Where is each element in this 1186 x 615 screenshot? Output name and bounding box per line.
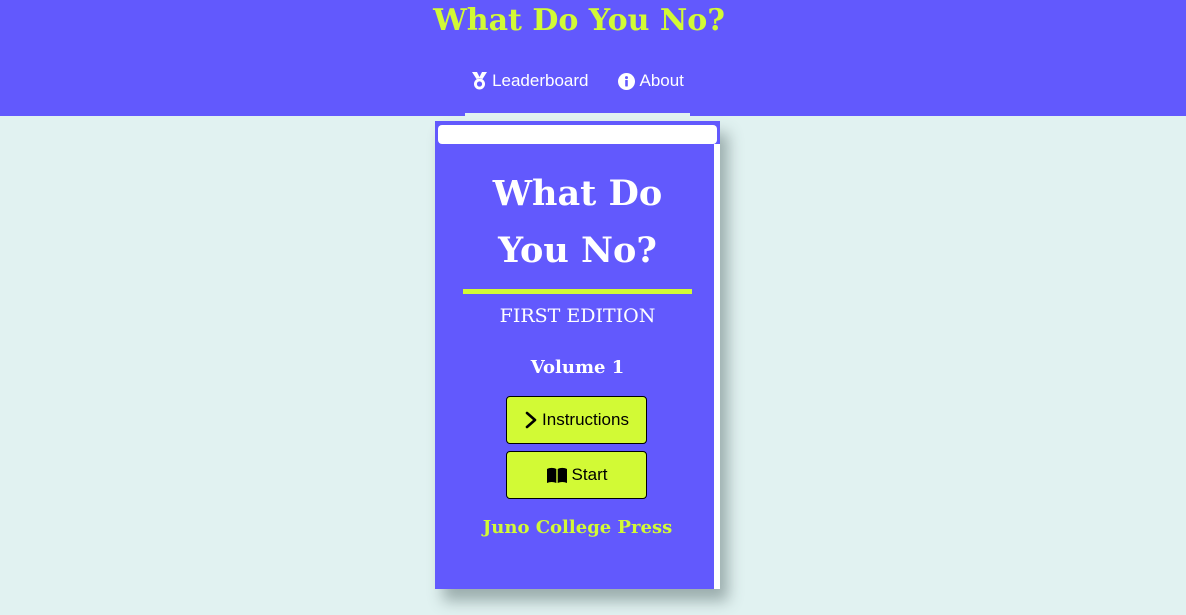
nav-label-leaderboard: Leaderboard — [492, 71, 589, 90]
start-button-label: Start — [571, 465, 608, 484]
edition-label: FIRST EDITION — [499, 305, 656, 327]
site-title: What Do You No? — [433, 3, 725, 38]
book-title: What Do You No? — [435, 165, 720, 279]
info-circle-icon — [618, 72, 636, 90]
volume-label: Volume 1 — [530, 357, 625, 378]
book-title-text: What Do You No? — [492, 173, 663, 271]
main-nav: Leaderboard About — [465, 62, 690, 116]
instructions-button-label: Instructions — [542, 410, 629, 429]
title-divider — [463, 289, 692, 294]
start-button[interactable]: Start — [506, 451, 647, 499]
site-header: What Do You No? Leaderboard About — [0, 0, 1186, 116]
book-card: What Do You No? FIRST EDITION Volume 1 I… — [435, 121, 720, 589]
nav-active-underline — [465, 113, 690, 116]
publisher-label: Juno College Press — [482, 517, 673, 538]
medal-icon — [471, 72, 488, 90]
nav-label-about: About — [639, 71, 684, 90]
book-top-edge — [438, 125, 717, 144]
nav-item-leaderboard[interactable]: Leaderboard — [471, 62, 588, 100]
nav-item-about[interactable]: About — [618, 62, 684, 100]
chevron-right-icon — [524, 411, 538, 429]
open-book-icon — [546, 467, 568, 484]
instructions-button[interactable]: Instructions — [506, 396, 647, 444]
